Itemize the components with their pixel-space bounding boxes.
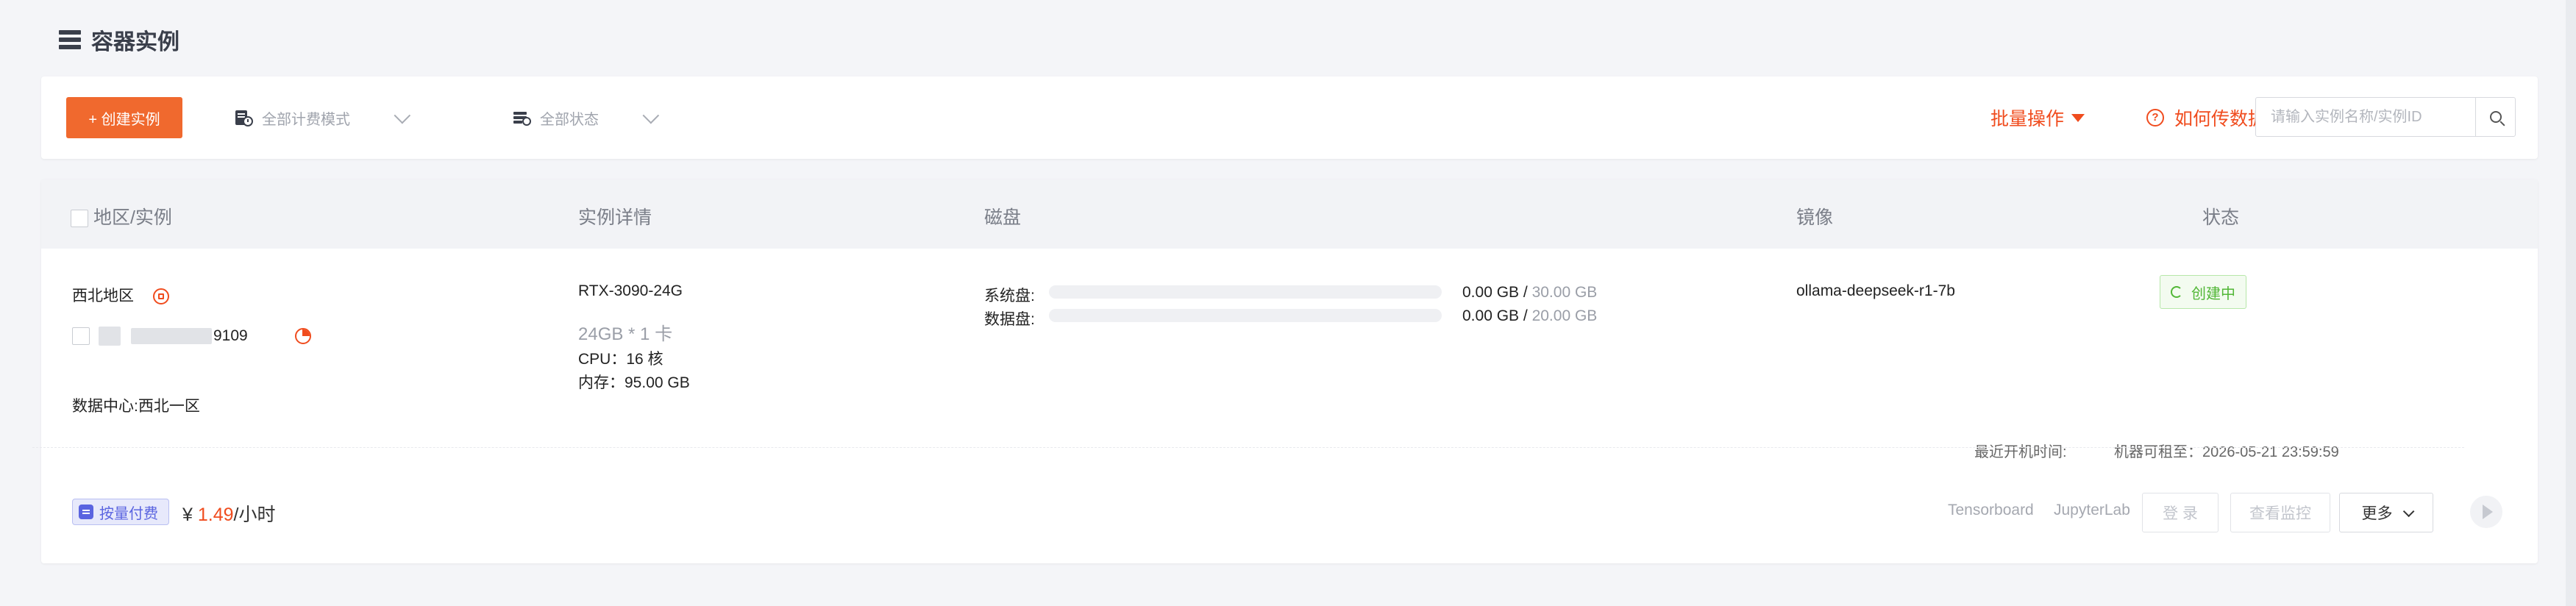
- status-filter-label: 全部状态: [540, 111, 599, 128]
- batch-operations-dropdown[interactable]: 批量操作: [1990, 104, 2085, 131]
- status-text: 创建中: [2191, 285, 2235, 302]
- jupyterlab-link[interactable]: JupyterLab: [2054, 502, 2130, 519]
- system-disk-sep: /: [1519, 284, 1532, 301]
- billing-filter-icon: [235, 110, 253, 126]
- row-divider: [32, 447, 2464, 448]
- price-currency: ¥: [182, 505, 193, 525]
- more-label: 更多: [2361, 505, 2393, 522]
- price-value: 1.49: [197, 505, 234, 525]
- cpu-spec: CPU：16 核: [578, 351, 663, 368]
- right-scroll-strip: [2566, 0, 2576, 606]
- play-icon: [2483, 505, 2493, 519]
- system-disk-usage: 0.00 GB / 30.00 GB: [1462, 284, 1597, 302]
- instance-id-masked-prefix: [99, 327, 121, 346]
- header-region: 地区/实例: [71, 203, 172, 229]
- image-name: ollama-deepseek-r1-7b: [1796, 282, 1955, 299]
- search-icon: [2490, 111, 2502, 123]
- system-disk-used: 0.00 GB: [1462, 284, 1520, 301]
- last-boot-time: 最近开机时间:: [1974, 444, 2067, 460]
- system-disk-label: 系统盘:: [984, 288, 1035, 304]
- status-badge: 创建中: [2160, 275, 2246, 309]
- row-checkbox[interactable]: [72, 327, 90, 345]
- data-disk-usage: 0.00 GB / 20.00 GB: [1462, 307, 1597, 325]
- chevron-down-icon: [642, 107, 660, 124]
- caret-down-icon: [2071, 113, 2085, 122]
- header-disk: 磁盘: [984, 207, 1022, 228]
- data-disk-usage-bar: [1049, 309, 1442, 322]
- instance-id-masked: [131, 328, 212, 344]
- pie-chart-icon[interactable]: [294, 328, 311, 344]
- create-instance-button[interactable]: + 创建实例: [66, 97, 182, 138]
- region-text: 西北地区: [72, 288, 134, 304]
- batch-operations-label: 批量操作: [1990, 109, 2065, 129]
- data-disk-total: 20.00 GB: [1531, 307, 1598, 324]
- start-button[interactable]: [2470, 496, 2502, 528]
- search-button[interactable]: [2475, 98, 2516, 136]
- list-menu-icon: [59, 30, 81, 49]
- toolbar: + 创建实例 全部计费模式 全部状态 批量操作 ? 如何传数据: [41, 76, 2538, 159]
- page-title-text: 容器实例: [91, 30, 179, 54]
- price: ¥ 1.49/小时: [182, 500, 275, 527]
- header-image: 镜像: [1796, 207, 1834, 228]
- data-disk-label: 数据盘:: [984, 311, 1035, 328]
- memory-spec: 内存：95.00 GB: [578, 374, 690, 391]
- instance-id-text: 9109: [213, 327, 248, 344]
- more-dropdown[interactable]: 更多: [2339, 493, 2433, 532]
- rent-until: 机器可租至：2026-05-21 23:59:59: [2114, 444, 2339, 460]
- loading-spinner-icon: [2171, 286, 2182, 298]
- login-button[interactable]: 登 录: [2142, 493, 2219, 532]
- region-icon[interactable]: [152, 288, 169, 305]
- gpu-model: RTX-3090-24G: [578, 282, 683, 299]
- system-disk-total: 30.00 GB: [1531, 284, 1598, 301]
- data-disk-used: 0.00 GB: [1462, 307, 1520, 324]
- status-filter-icon: [513, 112, 531, 126]
- chevron-down-icon: [2402, 505, 2414, 517]
- billing-badge: 按量付费: [72, 499, 169, 525]
- how-to-transfer-data-link[interactable]: ? 如何传数据: [2146, 104, 2266, 131]
- data-disk-sep: /: [1519, 307, 1532, 324]
- billing-mode-filter[interactable]: 全部计费模式: [234, 107, 411, 128]
- billing-filter-label: 全部计费模式: [262, 111, 350, 128]
- header-details: 实例详情: [578, 207, 652, 228]
- gpu-spec: 24GB * 1 卡: [578, 324, 673, 344]
- view-monitor-button[interactable]: 查看监控: [2230, 493, 2330, 532]
- table-header: 地区/实例 实例详情 磁盘 镜像 状态: [41, 179, 2538, 249]
- select-all-checkbox[interactable]: [71, 210, 88, 228]
- chevron-down-icon: [394, 107, 411, 124]
- search-input[interactable]: [2256, 98, 2475, 136]
- price-unit: /小时: [233, 505, 276, 525]
- how-to-transfer-data-label: 如何传数据: [2174, 109, 2267, 129]
- billing-icon: [79, 505, 93, 519]
- region-name: 西北地区: [72, 284, 169, 306]
- header-status: 状态: [2202, 207, 2240, 228]
- system-disk-usage-bar: [1049, 285, 1442, 299]
- question-icon: ?: [2146, 109, 2164, 126]
- tensorboard-link[interactable]: Tensorboard: [1948, 502, 2034, 519]
- status-filter[interactable]: 全部状态: [512, 107, 660, 128]
- billing-badge-text: 按量付费: [99, 505, 158, 522]
- instance-id-row: 9109: [72, 327, 311, 346]
- header-region-label: 地区/实例: [93, 207, 172, 228]
- page-title: 容器实例: [59, 24, 179, 56]
- instance-search: [2255, 97, 2516, 137]
- datacenter: 数据中心:西北一区: [72, 398, 200, 415]
